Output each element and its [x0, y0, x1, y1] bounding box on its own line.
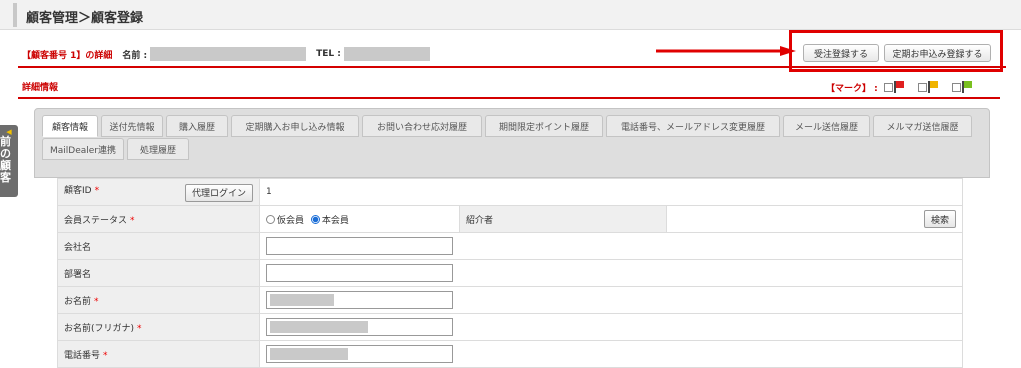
- phone-redacted: [270, 348, 348, 360]
- referrer-search-button[interactable]: 検索: [923, 210, 956, 228]
- referrer-label: 紹介者: [459, 205, 667, 233]
- name-input[interactable]: [266, 291, 453, 309]
- tab-subscription-info[interactable]: 定期購入お申し込み情報: [231, 115, 359, 137]
- mark-checkbox-yellow[interactable]: [917, 82, 927, 92]
- red-flag-icon: [893, 81, 904, 93]
- referrer-cell: 検索: [666, 205, 963, 233]
- section-divider: [18, 97, 1000, 99]
- mark-area: 【マーク】 :: [826, 80, 972, 94]
- customer-form: 顧客ID * 代理ログイン 1 会員ステータス * 仮会員 本会員 紹介者 検索 会…: [57, 178, 963, 368]
- header-accent-bar: [13, 3, 17, 27]
- annotation-arrow: [656, 46, 796, 56]
- required-mark: *: [94, 296, 99, 307]
- order-register-button[interactable]: 受注登録する: [803, 44, 879, 62]
- name-redacted: [270, 294, 334, 306]
- phone-input[interactable]: [266, 345, 453, 363]
- required-mark: *: [137, 323, 142, 334]
- prev-customer-label: 前の顧客: [0, 135, 11, 184]
- yellow-flag-icon: [927, 81, 938, 93]
- radio-temp-member[interactable]: [266, 214, 275, 224]
- row-name-kana: お名前(フリガナ) *: [57, 313, 963, 341]
- row-member-status: 会員ステータス * 仮会員 本会員 紹介者 検索: [57, 205, 963, 233]
- radio-full-member[interactable]: [310, 214, 320, 224]
- row-phone: 電話番号 *: [57, 340, 963, 368]
- customer-detail-label: 【顧客番号 1】の詳細: [22, 50, 113, 61]
- customer-id-label: 顧客ID: [64, 185, 92, 196]
- row-company: 会社名: [57, 232, 963, 260]
- department-label: 部署名: [57, 259, 260, 287]
- mark-label: 【マーク】 :: [826, 83, 878, 94]
- member-status-options: 仮会員 本会員: [259, 205, 460, 233]
- department-input[interactable]: [266, 264, 453, 282]
- tab-purchase-history[interactable]: 購入履歴: [166, 115, 228, 137]
- temp-member-label: 仮会員: [277, 215, 305, 226]
- name-label: お名前: [64, 296, 92, 307]
- full-member-label: 本会員: [321, 215, 349, 226]
- member-status-label: 会員ステータス: [64, 215, 128, 226]
- row-customer-id: 顧客ID * 代理ログイン 1: [57, 178, 963, 206]
- row-department: 部署名: [57, 259, 963, 287]
- tab-shipping-info[interactable]: 送付先情報: [101, 115, 163, 137]
- name-kana-label: お名前(フリガナ): [64, 323, 135, 334]
- prev-customer-tab[interactable]: ◀ 前の顧客: [0, 125, 18, 197]
- green-flag-icon: [961, 81, 972, 93]
- tab-limited-point-history[interactable]: 期間限定ポイント履歴: [485, 115, 603, 137]
- customer-tel-redacted: [343, 47, 430, 61]
- tab-contact-change-history[interactable]: 電話番号、メールアドレス変更履歴: [606, 115, 780, 137]
- page-title: 顧客管理＞顧客登録: [26, 11, 144, 26]
- customer-summary: 【顧客番号 1】の詳細 名前 : TEL :: [22, 46, 430, 62]
- tab-bar: 顧客情報 送付先情報 購入履歴 定期購入お申し込み情報 お問い合わせ応対履歴 期…: [34, 108, 990, 178]
- proxy-login-button[interactable]: 代理ログイン: [184, 183, 253, 202]
- tab-process-history[interactable]: 処理履歴: [127, 138, 189, 160]
- customer-name-label: 名前 :: [122, 50, 148, 61]
- required-mark: *: [103, 350, 108, 361]
- customer-name-redacted: [150, 47, 307, 61]
- tab-inquiry-history[interactable]: お問い合わせ応対履歴: [362, 115, 482, 137]
- tab-newsletter-history[interactable]: メルマガ送信履歴: [873, 115, 972, 137]
- section-title: 詳細情報: [22, 83, 59, 93]
- mark-checkbox-green[interactable]: [951, 82, 961, 92]
- tab-mail-history[interactable]: メール送信履歴: [783, 115, 870, 137]
- customer-id-value: 1: [259, 178, 963, 206]
- company-input[interactable]: [266, 237, 453, 255]
- row-name: お名前 *: [57, 286, 963, 314]
- name-kana-input[interactable]: [266, 318, 453, 336]
- tab-maildealer[interactable]: MailDealer連携: [42, 138, 124, 160]
- phone-label: 電話番号: [64, 350, 101, 361]
- required-mark: *: [94, 185, 100, 196]
- page-header: 顧客管理＞顧客登録: [0, 0, 1021, 30]
- company-label: 会社名: [57, 232, 260, 260]
- customer-tel-label: TEL :: [316, 49, 341, 59]
- mark-checkbox-red[interactable]: [883, 82, 893, 92]
- tab-customer-info[interactable]: 顧客情報: [42, 115, 98, 137]
- required-mark: *: [130, 215, 135, 226]
- name-kana-redacted: [270, 321, 368, 333]
- customer-id-cell: 顧客ID * 代理ログイン: [57, 178, 260, 206]
- subscription-register-button[interactable]: 定期お申込み登録する: [884, 44, 991, 62]
